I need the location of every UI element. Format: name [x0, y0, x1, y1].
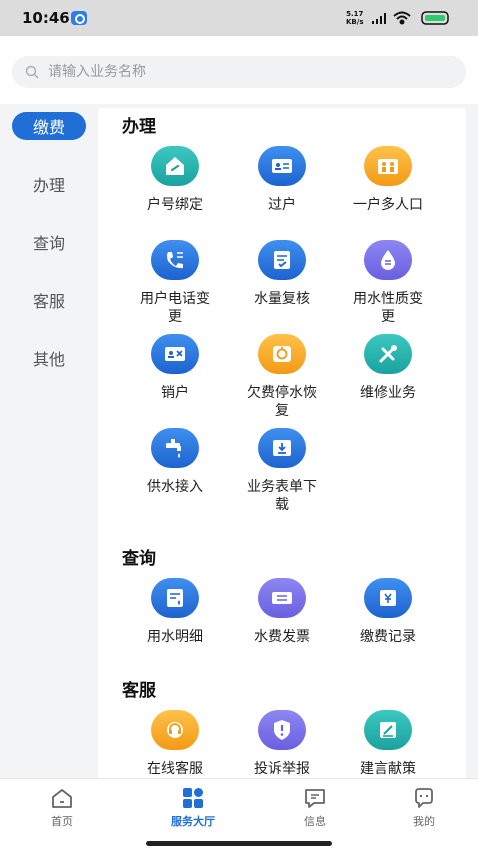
- service-tile[interactable]: 业务表单下载: [232, 428, 332, 514]
- search-icon: [25, 65, 39, 79]
- shield-alert-icon: [258, 710, 306, 750]
- status-icons: [372, 11, 449, 25]
- tab-label: 信息: [304, 815, 326, 828]
- tab-service-hall[interactable]: 服务大厅: [153, 785, 233, 829]
- services-panel: 办理 户号绑定 过户 一户多人口 用户电话变更 水量复核 用水性质变更 销户 欠…: [98, 108, 466, 778]
- service-label: 业务表单下载: [247, 479, 317, 513]
- tab-messages[interactable]: 信息: [275, 785, 355, 829]
- service-label: 户号绑定: [147, 197, 203, 213]
- search-input[interactable]: [48, 56, 448, 88]
- tab-home[interactable]: 首页: [22, 785, 102, 829]
- message-icon: [305, 789, 325, 808]
- category-sidebar: 缴费 办理 查询 客服 其他: [0, 104, 96, 778]
- water-drop-change-icon: [364, 240, 412, 280]
- repair-tools-icon: [364, 334, 412, 374]
- service-label: 投诉举报: [254, 761, 310, 777]
- search-header: [0, 36, 478, 104]
- search-bar[interactable]: [12, 56, 466, 88]
- service-label: 销户: [161, 385, 189, 401]
- sidebar-item-other[interactable]: 其他: [12, 344, 86, 372]
- sidebar-item-query[interactable]: 查询: [12, 228, 86, 256]
- service-tile[interactable]: 户号绑定: [125, 146, 225, 214]
- service-label: 过户: [268, 197, 296, 213]
- section-title-handle: 办理: [122, 117, 156, 137]
- service-label: 一户多人口: [353, 197, 423, 213]
- service-label: 水费发票: [254, 629, 310, 645]
- service-tile[interactable]: 供水接入: [125, 428, 225, 496]
- tab-profile[interactable]: 我的: [384, 785, 464, 829]
- service-tile[interactable]: 用水明细: [125, 578, 225, 646]
- service-tile[interactable]: 建言献策: [338, 710, 438, 778]
- sidebar-item-handle[interactable]: 办理: [12, 170, 86, 198]
- service-tile[interactable]: 维修业务: [338, 334, 438, 402]
- status-bar: 10:46 5.17 KB/s: [0, 0, 478, 36]
- service-label: 建言献策: [360, 761, 416, 777]
- service-tile[interactable]: 投诉举报: [232, 710, 332, 778]
- tab-label: 我的: [413, 815, 435, 828]
- signal-icon: [372, 13, 386, 24]
- app-notification-icon: [71, 11, 87, 25]
- family-icon: [364, 146, 412, 186]
- water-detail-icon: [151, 578, 199, 618]
- phone-change-icon: [151, 240, 199, 280]
- tab-label: 首页: [51, 815, 73, 828]
- invoice-icon: [258, 578, 306, 618]
- download-icon: [258, 428, 306, 468]
- suggestion-icon: [364, 710, 412, 750]
- service-label: 在线客服: [147, 761, 203, 777]
- service-tile[interactable]: 用户电话变更: [125, 240, 225, 326]
- cancel-card-icon: [151, 334, 199, 374]
- headset-icon: [151, 710, 199, 750]
- home-indicator[interactable]: [146, 841, 332, 846]
- service-hall-icon: [183, 788, 203, 808]
- status-time: 10:46: [22, 9, 70, 27]
- payment-record-icon: [364, 578, 412, 618]
- service-label: 用水性质变更: [353, 291, 423, 325]
- section-title-query: 查询: [122, 549, 156, 569]
- service-tile[interactable]: 一户多人口: [338, 146, 438, 214]
- profile-icon: [415, 788, 433, 808]
- service-tile[interactable]: 缴费记录: [338, 578, 438, 646]
- home-icon: [52, 789, 72, 808]
- service-tile[interactable]: 销户: [125, 334, 225, 402]
- sidebar-item-service[interactable]: 客服: [12, 286, 86, 314]
- faucet-icon: [151, 428, 199, 468]
- service-hall-page: 缴费 办理 查询 客服 其他 办理 户号绑定 过户 一户多人口: [0, 36, 478, 778]
- service-label: 供水接入: [147, 479, 203, 495]
- service-label: 维修业务: [360, 385, 416, 401]
- sidebar-item-payment[interactable]: 缴费: [12, 112, 86, 140]
- service-label: 缴费记录: [360, 629, 416, 645]
- home-link-icon: [151, 146, 199, 186]
- restore-icon: [258, 334, 306, 374]
- service-tile[interactable]: 欠费停水恢复: [232, 334, 332, 420]
- tab-label: 服务大厅: [171, 815, 215, 828]
- network-speed: 5.17 KB/s: [346, 10, 364, 26]
- service-tile[interactable]: 水量复核: [232, 240, 332, 308]
- battery-icon: [421, 11, 449, 25]
- check-doc-icon: [258, 240, 306, 280]
- transfer-card-icon: [258, 146, 306, 186]
- service-tile[interactable]: 用水性质变更: [338, 240, 438, 326]
- service-tile[interactable]: 在线客服: [125, 710, 225, 778]
- bottom-tab-bar: 首页 服务大厅 信息 我的: [0, 778, 478, 850]
- service-tile[interactable]: 水费发票: [232, 578, 332, 646]
- service-tile[interactable]: 过户: [232, 146, 332, 214]
- service-label: 欠费停水恢复: [247, 385, 317, 419]
- service-label: 水量复核: [254, 291, 310, 307]
- wifi-icon: [393, 11, 411, 25]
- section-title-service: 客服: [122, 681, 156, 701]
- service-label: 用水明细: [147, 629, 203, 645]
- service-label: 用户电话变更: [140, 291, 210, 325]
